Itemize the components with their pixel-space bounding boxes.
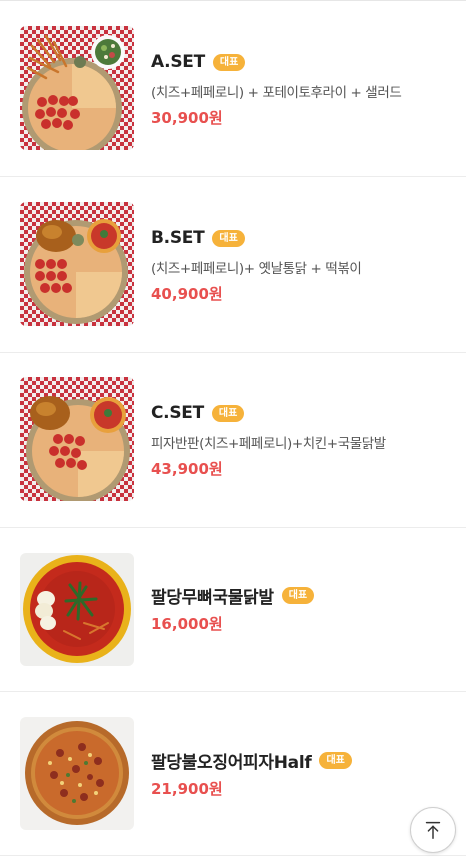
menu-item-price: 21,900원 xyxy=(151,780,223,798)
menu-item-price: 40,900원 xyxy=(151,285,223,303)
menu-item-name: B.SET xyxy=(151,228,205,248)
set-a-photo xyxy=(20,26,134,150)
signature-badge: 대표 xyxy=(212,53,246,71)
menu-item-price: 16,000원 xyxy=(151,615,223,633)
menu-item-name: C.SET xyxy=(151,403,204,423)
menu-item-a-set[interactable]: A.SET 대표 (치즈+페페로니) + 포테이토후라이 + 샐러드 30,90… xyxy=(0,0,466,177)
set-c-photo xyxy=(20,377,134,501)
signature-badge: 대표 xyxy=(319,751,352,769)
arrow-up-icon xyxy=(425,821,441,839)
menu-item-description: (치즈+페페로니)+ 옛날통닭 + 떡볶이 xyxy=(151,261,362,277)
menu-item-description: 피자반판(치즈+페페로니)+치킨+국물닭발 xyxy=(151,436,386,452)
menu-item-c-set[interactable]: C.SET 대표 피자반판(치즈+페페로니)+치킨+국물닭발 43,900원 xyxy=(0,353,466,528)
signature-badge: 대표 xyxy=(211,404,245,422)
signature-badge: 대표 xyxy=(281,586,315,604)
squid-pizza-photo xyxy=(20,717,134,830)
scroll-to-top-button[interactable] xyxy=(410,807,456,853)
menu-item-squid-pizza-half[interactable]: 팔당불오징어피자Half 대표 21,900원 xyxy=(0,692,466,856)
menu-item-b-set[interactable]: B.SET 대표 (치즈+페페로니)+ 옛날통닭 + 떡볶이 40,900원 xyxy=(0,177,466,353)
menu-item-name: A.SET xyxy=(151,52,205,72)
menu-item-description: (치즈+페페로니) + 포테이토후라이 + 샐러드 xyxy=(151,85,402,101)
menu-item-name: 팔당무뼈국물닭발 xyxy=(151,587,274,608)
signature-badge: 대표 xyxy=(212,229,245,247)
menu-item-price: 43,900원 xyxy=(151,460,223,478)
menu-item-name: 팔당불오징어피자Half xyxy=(151,752,312,773)
set-b-photo xyxy=(20,202,134,326)
chicken-feet-soup-photo xyxy=(20,553,134,666)
menu-item-chicken-feet-soup[interactable]: 팔당무뼈국물닭발 대표 16,000원 xyxy=(0,528,466,692)
menu-item-price: 30,900원 xyxy=(151,109,223,127)
